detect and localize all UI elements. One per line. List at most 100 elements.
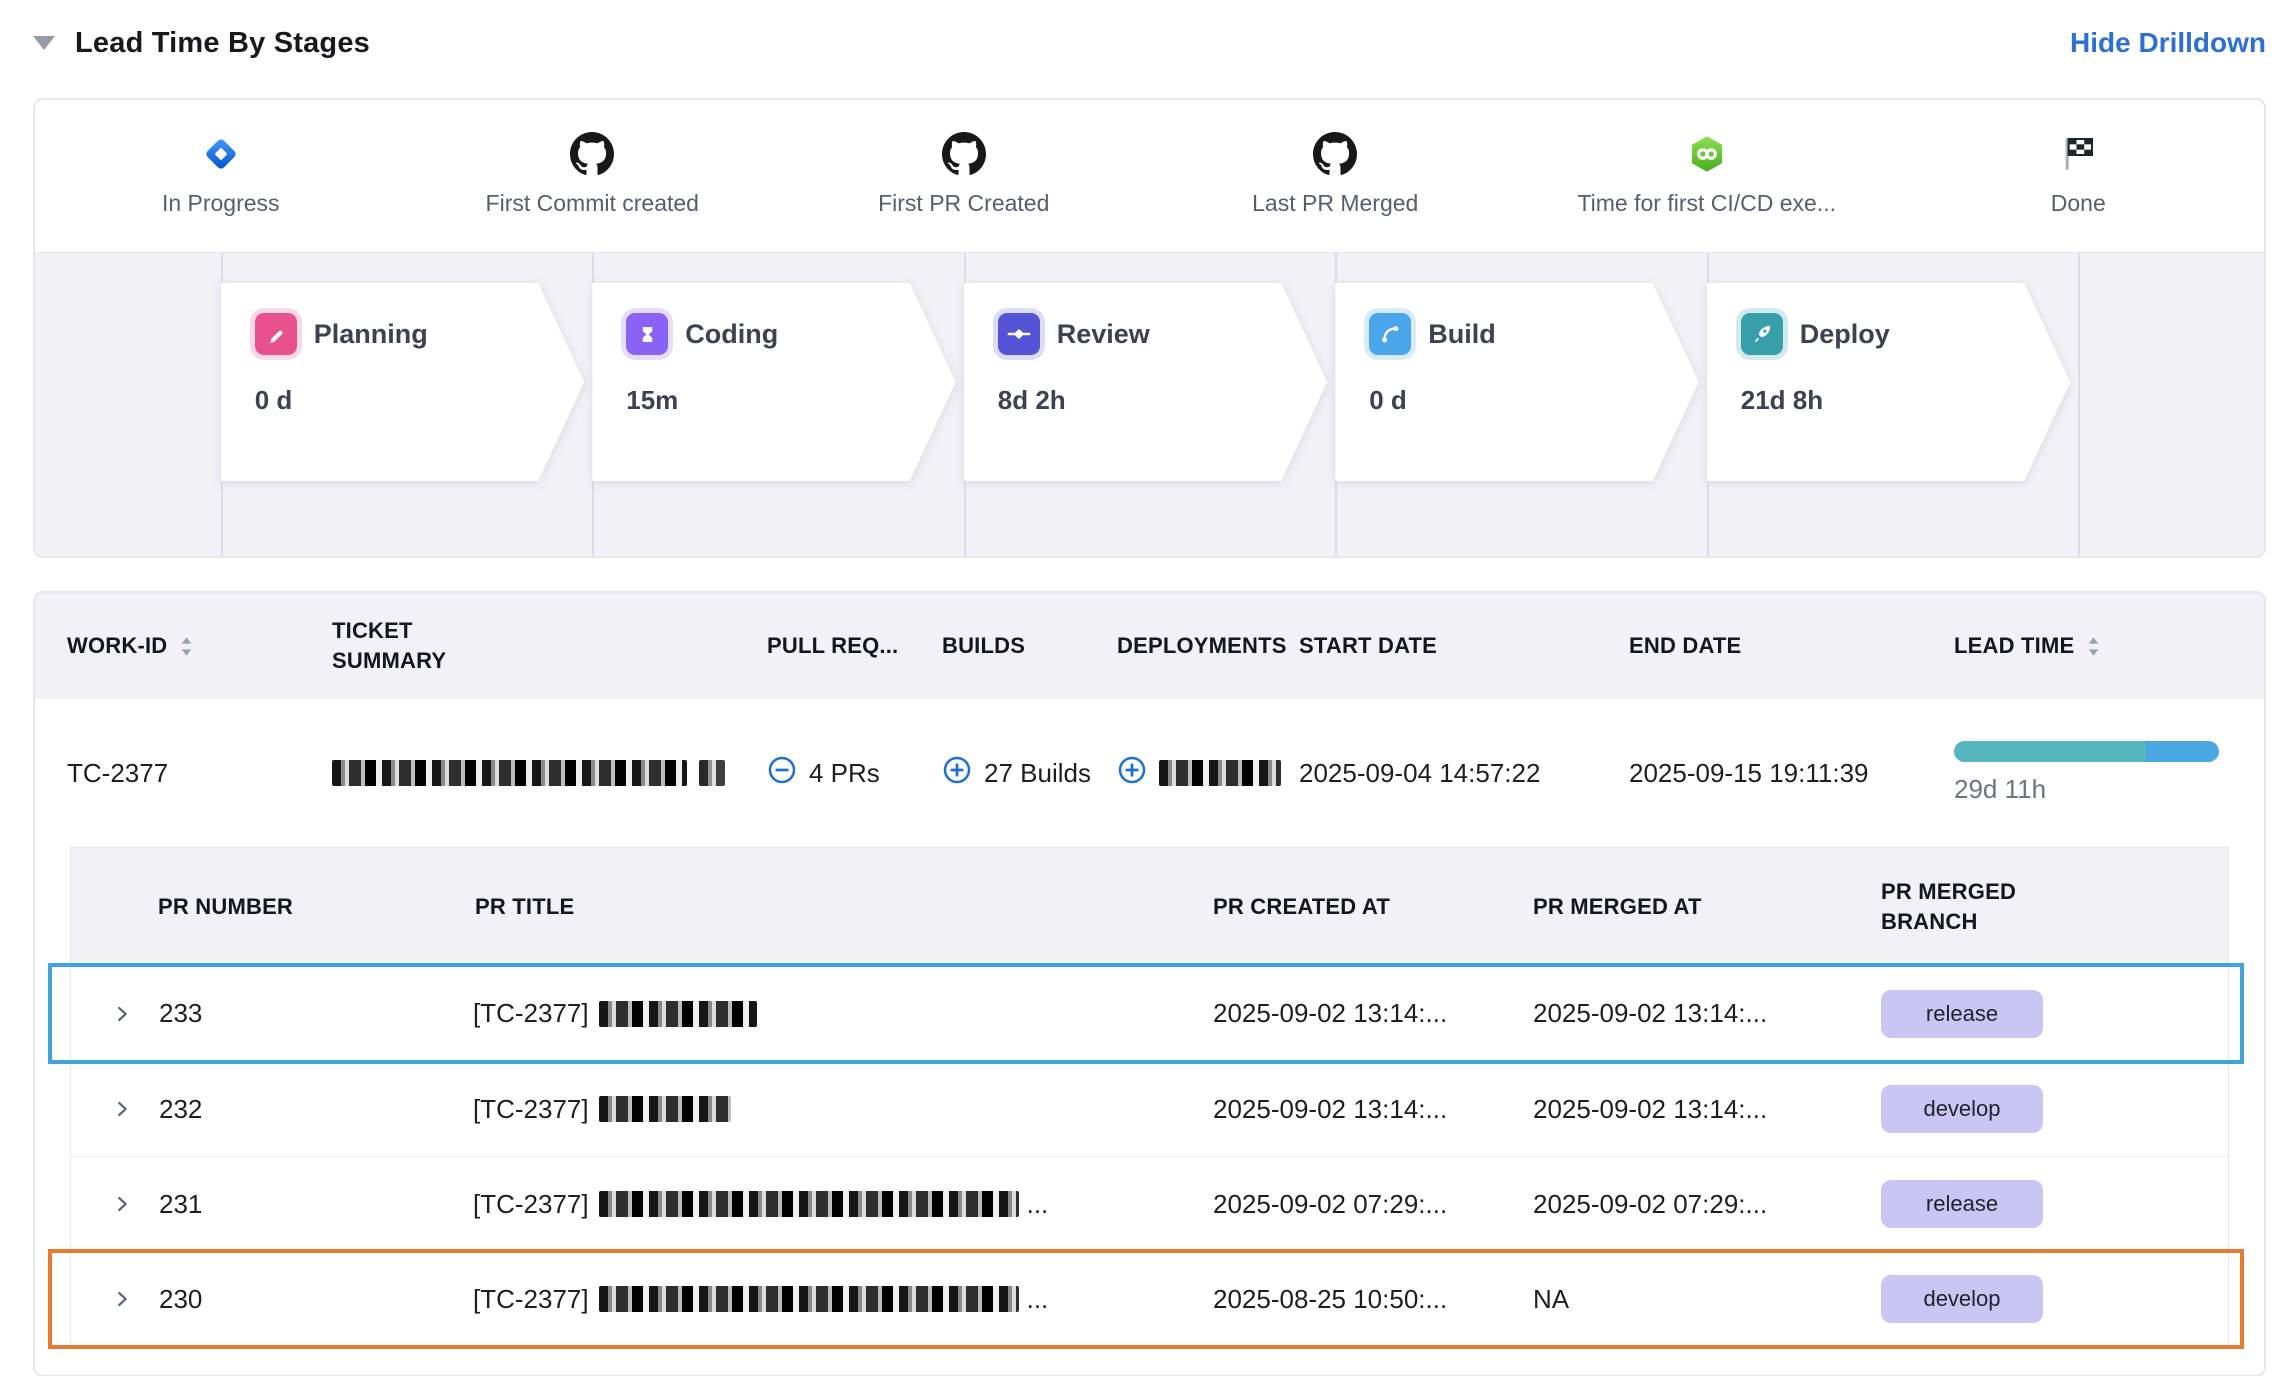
column-header-ticket-summary: TICKET SUMMARY: [332, 616, 767, 675]
stage-name: Planning: [314, 319, 428, 350]
column-header-pr-number: PR NUMBER: [71, 892, 473, 922]
branch-badge: develop: [1881, 1275, 2043, 1323]
stage-chevron-build[interactable]: Build 0 d: [1335, 283, 1698, 481]
work-item-row: TC-2377 4 PRs 27 Builds: [35, 699, 2264, 847]
milestones-row: In Progress First Commit created First P…: [35, 100, 2264, 252]
pr-created-at: 2025-09-02 13:14:...: [1213, 998, 1533, 1029]
lead-time-cell: 29d 11h: [1954, 741, 2232, 805]
sort-icon[interactable]: [175, 634, 198, 659]
ticket-summary-cell: [332, 760, 767, 786]
chevron-right-icon[interactable]: [111, 1098, 133, 1120]
lead-time-bar: [1954, 741, 2219, 762]
pr-row-233[interactable]: 233 [TC-2377] 2025-09-02 13:14:... 2025-…: [71, 966, 2228, 1061]
sort-icon[interactable]: [2082, 634, 2105, 659]
column-header-start-date: START DATE: [1299, 631, 1629, 661]
pr-row-232[interactable]: 232 [TC-2377] 2025-09-02 13:14:... 2025-…: [71, 1061, 2228, 1156]
milestone-last-pr-merged: Last PR Merged: [1150, 100, 1522, 252]
pr-merged-at: 2025-09-02 07:29:...: [1533, 1189, 1848, 1220]
stage-name: Build: [1428, 319, 1496, 350]
milestone-in-progress: In Progress: [35, 100, 407, 252]
work-table-header: WORK-ID TICKET SUMMARY PULL REQ... BUILD…: [35, 593, 2264, 699]
column-header-pull-requests: PULL REQ...: [767, 631, 942, 661]
stage-name: Coding: [685, 319, 778, 350]
column-header-pr-merged-at: PR MERGED AT: [1533, 892, 1848, 922]
redacted-text: [599, 1001, 757, 1027]
stage-duration: 0 d: [255, 385, 584, 416]
github-icon: [942, 130, 986, 178]
milestone-guide-line: [2078, 253, 2080, 556]
milestone-label: First Commit created: [486, 190, 699, 217]
chevron-right-icon[interactable]: [111, 1288, 133, 1310]
lead-bar-deploy-segment: [2146, 741, 2219, 762]
redacted-text: [1159, 760, 1281, 786]
github-icon: [1313, 130, 1357, 178]
pr-title-cell: [TC-2377]: [473, 998, 1213, 1029]
redacted-text: [699, 760, 725, 786]
pr-title-cell: [TC-2377] ...: [473, 1189, 1213, 1220]
milestone-first-pr: First PR Created: [778, 100, 1150, 252]
column-header-pr-title: PR TITLE: [473, 892, 1213, 922]
milestone-label: First PR Created: [878, 190, 1049, 217]
column-header-work-id: WORK-ID: [67, 631, 332, 661]
pull-request-icon: [998, 313, 1040, 355]
pr-table-header: PR NUMBER PR TITLE PR CREATED AT PR MERG…: [71, 848, 2228, 966]
stage-duration: 21d 8h: [1741, 385, 2070, 416]
stage-chevron-deploy[interactable]: Deploy 21d 8h: [1707, 283, 2070, 481]
end-date-cell: 2025-09-15 19:11:39: [1629, 758, 1954, 789]
column-header-pr-created-at: PR CREATED AT: [1213, 892, 1533, 922]
branch-badge: develop: [1881, 1085, 2043, 1133]
pr-title-cell: [TC-2377]: [473, 1094, 1213, 1125]
pr-number: 230: [159, 1284, 202, 1315]
milestone-cicd: Time for first CI/CD exe...: [1521, 100, 1893, 252]
finish-flag-icon: [2058, 130, 2098, 178]
column-header-pr-merged-branch: PR MERGED BRANCH: [1848, 877, 2228, 936]
pr-row-230[interactable]: 230 [TC-2377] ... 2025-08-25 10:50:... N…: [71, 1251, 2228, 1346]
pr-number: 233: [159, 998, 202, 1029]
branch-badge: release: [1881, 1180, 2043, 1228]
milestone-label: Last PR Merged: [1252, 190, 1418, 217]
chevron-right-icon[interactable]: [111, 1193, 133, 1215]
pr-number: 231: [159, 1189, 202, 1220]
collapse-pull-requests-button[interactable]: 4 PRs: [767, 755, 942, 792]
pr-number: 232: [159, 1094, 202, 1125]
stages-band: Planning 0 d Coding 15m: [35, 252, 2264, 556]
expand-builds-button[interactable]: 27 Builds: [942, 755, 1117, 792]
milestone-label: Time for first CI/CD exe...: [1577, 190, 1836, 217]
stage-duration: 15m: [626, 385, 955, 416]
redacted-text: [332, 760, 687, 786]
milestone-label: In Progress: [162, 190, 280, 217]
lead-time-drilldown-page: Lead Time By Stages Hide Drilldown In Pr…: [0, 0, 2291, 1376]
hourglass-icon: [626, 313, 668, 355]
chevron-right-icon[interactable]: [111, 1003, 133, 1025]
collapse-section-icon[interactable]: [33, 36, 55, 50]
pr-row-231[interactable]: 231 [TC-2377] ... 2025-09-02 07:29:... 2…: [71, 1156, 2228, 1251]
stages-panel: In Progress First Commit created First P…: [33, 98, 2266, 558]
lead-bar-coding-segment: [1954, 741, 2146, 762]
planning-icon: [255, 313, 297, 355]
column-header-end-date: END DATE: [1629, 631, 1954, 661]
stage-duration: 0 d: [1369, 385, 1698, 416]
pr-merged-at: NA: [1533, 1284, 1848, 1315]
stage-chevron-review[interactable]: Review 8d 2h: [964, 283, 1327, 481]
stage-chevron-planning[interactable]: Planning 0 d: [221, 283, 584, 481]
expand-deployments-button[interactable]: [1117, 755, 1299, 792]
redacted-text: [599, 1191, 1019, 1217]
pr-created-at: 2025-09-02 13:14:...: [1213, 1094, 1533, 1125]
plus-circle-icon: [942, 755, 972, 792]
branch-badge: release: [1881, 990, 2043, 1038]
pr-created-at: 2025-09-02 07:29:...: [1213, 1189, 1533, 1220]
github-icon: [570, 130, 614, 178]
page-title: Lead Time By Stages: [75, 27, 370, 60]
hide-drilldown-link[interactable]: Hide Drilldown: [2070, 27, 2266, 59]
milestone-done: Done: [1893, 100, 2265, 252]
stage-name: Deploy: [1800, 319, 1890, 350]
pr-created-at: 2025-08-25 10:50:...: [1213, 1284, 1533, 1315]
pr-merged-at: 2025-09-02 13:14:...: [1533, 1094, 1848, 1125]
column-header-builds: BUILDS: [942, 631, 1117, 661]
cicd-icon: [1687, 130, 1727, 178]
lead-time-value: 29d 11h: [1954, 774, 2232, 805]
stage-chevron-coding[interactable]: Coding 15m: [592, 283, 955, 481]
column-header-lead-time: LEAD TIME: [1954, 631, 2232, 661]
milestone-first-commit: First Commit created: [407, 100, 779, 252]
pr-merged-at: 2025-09-02 13:14:...: [1533, 998, 1848, 1029]
